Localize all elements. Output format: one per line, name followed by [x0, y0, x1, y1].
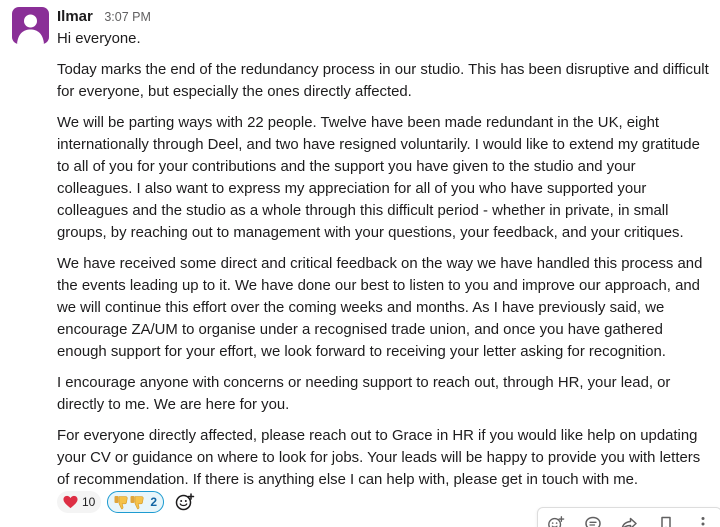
message-paragraph: We have received some direct and critica…: [57, 256, 703, 360]
message: Ilmar 3:07 PM Hi everyone. Today marks t…: [0, 0, 720, 527]
message-paragraph: I encourage anyone with concerns or need…: [57, 375, 671, 413]
reactions-bar: 10 2: [57, 489, 198, 515]
heart-icon: [63, 495, 78, 509]
thumbs-down-icon: [114, 495, 146, 510]
more-actions-icon: [701, 517, 705, 526]
message-header: Ilmar 3:07 PM: [57, 6, 712, 28]
user-silhouette-icon: [17, 14, 44, 44]
reaction-count: 10: [82, 495, 96, 509]
add-reaction-icon: [548, 516, 565, 527]
reply-in-thread-icon: [585, 516, 601, 527]
more-actions-button[interactable]: [692, 514, 714, 527]
message-paragraph: We will be parting ways with 22 people. …: [57, 115, 700, 241]
share-button[interactable]: [618, 514, 640, 527]
add-reaction-button[interactable]: [172, 491, 198, 513]
author-name[interactable]: Ilmar: [57, 8, 93, 25]
share-icon: [622, 517, 638, 527]
toolbar-add-reaction-button[interactable]: [545, 514, 567, 527]
message-actions-toolbar: [537, 507, 720, 527]
message-timestamp[interactable]: 3:07 PM: [104, 10, 151, 24]
message-content: Ilmar 3:07 PM Hi everyone. Today marks t…: [57, 6, 712, 491]
save-button[interactable]: [655, 514, 677, 527]
add-reaction-icon: [175, 493, 195, 511]
message-paragraph: Hi everyone.: [57, 31, 141, 47]
reaction-heart[interactable]: 10: [57, 491, 102, 513]
save-icon: [661, 516, 671, 527]
message-paragraph: For everyone directly affected, please r…: [57, 428, 701, 488]
reaction-count: 2: [150, 495, 158, 509]
message-paragraph: Today marks the end of the redundancy pr…: [57, 62, 709, 100]
reply-in-thread-button[interactable]: [582, 514, 604, 527]
avatar[interactable]: [12, 7, 49, 44]
reaction-thumbs-down[interactable]: 2: [107, 491, 165, 513]
